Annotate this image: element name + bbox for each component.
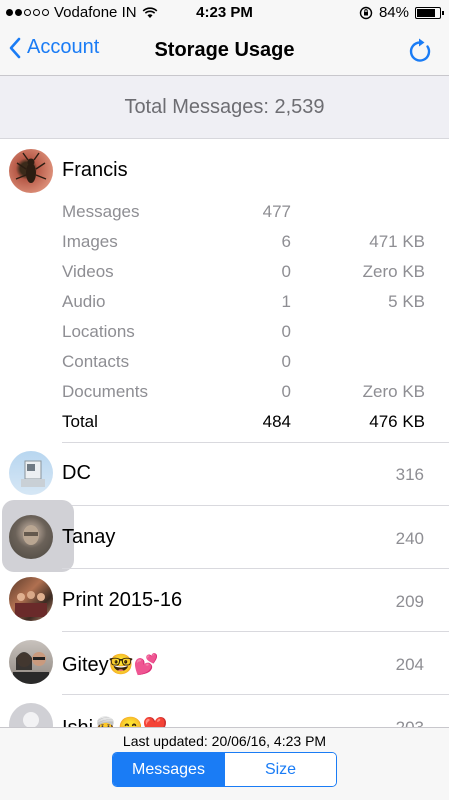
detail-row-audio: Audio 1 5 KB — [62, 292, 427, 322]
sort-segmented-control[interactable]: Messages Size — [112, 752, 337, 787]
detail-size: Zero KB — [362, 262, 425, 281]
battery-percent: 84% — [378, 4, 409, 21]
contact-name: DC — [62, 462, 91, 484]
refresh-icon — [409, 38, 431, 62]
avatar-dc — [9, 451, 53, 495]
person-photo-icon — [23, 525, 39, 545]
avatar-ishi — [9, 703, 53, 727]
detail-size: Zero KB — [362, 382, 425, 401]
detail-count: 0 — [281, 382, 291, 401]
contact-name: Print 2015-16 — [62, 589, 183, 611]
contact-name-francis[interactable]: Francis — [62, 159, 128, 182]
detail-label: Messages — [62, 202, 140, 221]
chevron-left-icon — [9, 37, 21, 58]
detail-count: 0 — [281, 322, 291, 341]
divider — [62, 568, 449, 569]
battery-icon — [415, 6, 444, 19]
contact-name: Ishi👳😊❤️ — [62, 715, 168, 727]
footer-bar: Last updated: 20/06/16, 4:23 PM Messages… — [0, 727, 449, 800]
segment-size[interactable]: Size — [224, 753, 336, 786]
couple-photo-icon — [13, 652, 49, 684]
detail-count: 484 — [262, 412, 291, 431]
detail-row-messages: Messages 477 — [62, 202, 427, 232]
detail-row-videos: Videos 0 Zero KB — [62, 262, 427, 292]
total-messages-header: Total Messages: 2,539 — [0, 76, 449, 139]
back-button[interactable]: Account — [8, 36, 99, 59]
insect-icon — [15, 152, 47, 183]
divider — [62, 442, 449, 443]
group-photo-icon — [15, 591, 47, 617]
detail-label: Contacts — [62, 352, 130, 371]
back-label: Account — [27, 36, 100, 58]
refresh-button[interactable] — [407, 36, 433, 69]
message-count: 204 — [395, 655, 424, 674]
contact-name: Gitey🤓💕 — [62, 654, 159, 676]
detail-label: Documents — [62, 382, 148, 401]
avatar-print-group — [9, 577, 53, 621]
detail-label: Audio — [62, 292, 106, 311]
contact-name: Tanay — [62, 526, 116, 548]
navigation-bar: Account Storage Usage — [0, 26, 449, 76]
device-icon — [21, 460, 45, 487]
detail-size: 471 KB — [369, 232, 425, 251]
detail-row-locations: Locations 0 — [62, 322, 427, 352]
detail-row-total: Total 484 476 KB — [62, 412, 427, 442]
last-updated-text: Last updated: 20/06/16, 4:23 PM — [122, 733, 327, 749]
detail-row-images: Images 6 471 KB — [62, 232, 427, 262]
message-count: 203 — [396, 718, 424, 727]
rotation-lock-icon — [359, 6, 373, 19]
avatar-tanay — [9, 515, 53, 559]
segment-messages[interactable]: Messages — [113, 753, 224, 786]
default-avatar-icon — [23, 712, 39, 727]
detail-label: Locations — [62, 322, 135, 341]
detail-label: Total — [62, 412, 98, 431]
message-count: 240 — [395, 529, 424, 548]
avatar-francis — [9, 149, 53, 193]
storage-list[interactable]: Francis Messages 477 Images 6 471 KB Vid… — [0, 139, 449, 727]
status-bar: Vodafone IN 4:23 PM 84% — [0, 0, 449, 26]
message-count: 209 — [395, 592, 424, 611]
detail-size: 476 KB — [369, 412, 425, 431]
divider — [62, 631, 449, 632]
detail-count: 477 — [262, 202, 291, 221]
detail-count: 0 — [281, 352, 291, 371]
detail-row-documents: Documents 0 Zero KB — [62, 382, 427, 412]
avatar-gitey — [9, 640, 53, 684]
detail-count: 0 — [281, 262, 291, 281]
detail-row-contacts: Contacts 0 — [62, 352, 427, 382]
status-right: 84% — [359, 4, 444, 21]
detail-count: 1 — [281, 292, 291, 311]
message-count: 316 — [395, 465, 424, 484]
detail-size: 5 KB — [388, 292, 425, 311]
divider — [62, 694, 449, 695]
detail-count: 6 — [281, 232, 291, 251]
detail-label: Images — [62, 232, 118, 251]
divider — [62, 505, 449, 506]
detail-label: Videos — [62, 262, 114, 281]
